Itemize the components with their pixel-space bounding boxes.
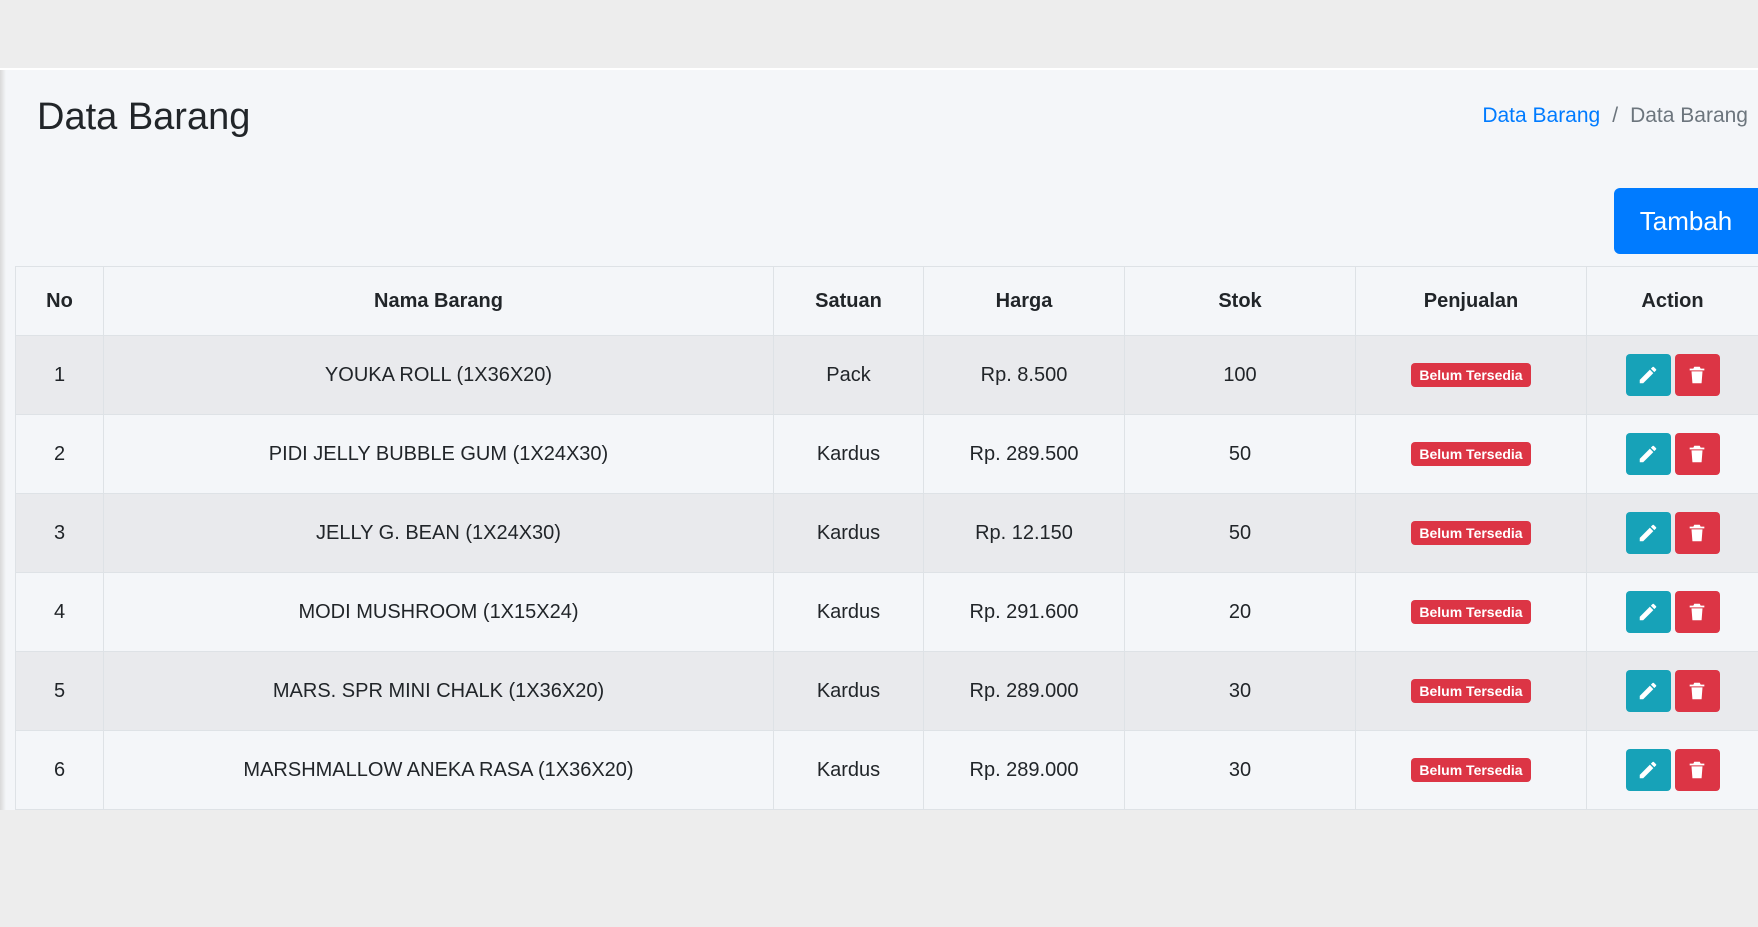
cell-satuan: Kardus [773, 414, 924, 494]
cell-harga: Rp. 289.000 [923, 651, 1125, 731]
table-header-row: No Nama Barang Satuan Harga Stok Penjual… [15, 266, 1758, 336]
edit-button[interactable] [1625, 670, 1671, 712]
cell-penjualan: Belum Tersedia [1355, 414, 1587, 494]
column-header-harga[interactable]: Harga [923, 266, 1125, 336]
delete-button[interactable] [1674, 354, 1720, 396]
status-badge: Belum Tersedia [1411, 521, 1531, 545]
data-table: No Nama Barang Satuan Harga Stok Penjual… [15, 266, 1758, 810]
page-title: Data Barang [37, 96, 251, 138]
pencil-icon [1637, 443, 1659, 465]
cell-penjualan: Belum Tersedia [1355, 651, 1587, 731]
edit-button[interactable] [1625, 749, 1671, 791]
status-badge: Belum Tersedia [1411, 679, 1531, 703]
cell-stok: 30 [1124, 730, 1356, 810]
cell-nama-barang: JELLY G. BEAN (1X24X30) [103, 493, 774, 573]
edit-button[interactable] [1625, 512, 1671, 554]
cell-harga: Rp. 289.500 [923, 414, 1125, 494]
cell-stok: 30 [1124, 651, 1356, 731]
edit-button[interactable] [1625, 433, 1671, 475]
breadcrumb-link[interactable]: Data Barang [1482, 104, 1600, 127]
cell-stok: 50 [1124, 414, 1356, 494]
cell-no: 2 [15, 414, 104, 494]
table-row: 2 PIDI JELLY BUBBLE GUM (1X24X30) Kardus… [15, 414, 1758, 494]
table-row: 4 MODI MUSHROOM (1X15X24) Kardus Rp. 291… [15, 572, 1758, 652]
cell-nama-barang: MODI MUSHROOM (1X15X24) [103, 572, 774, 652]
cell-no: 1 [15, 335, 104, 415]
cell-satuan: Kardus [773, 651, 924, 731]
status-badge: Belum Tersedia [1411, 600, 1531, 624]
cell-penjualan: Belum Tersedia [1355, 730, 1587, 810]
cell-harga: Rp. 12.150 [923, 493, 1125, 573]
delete-button[interactable] [1674, 591, 1720, 633]
table-row: 5 MARS. SPR MINI CHALK (1X36X20) Kardus … [15, 651, 1758, 731]
pencil-icon [1637, 364, 1659, 386]
table-row: 3 JELLY G. BEAN (1X24X30) Kardus Rp. 12.… [15, 493, 1758, 573]
cell-nama-barang: MARSHMALLOW ANEKA RASA (1X36X20) [103, 730, 774, 810]
status-badge: Belum Tersedia [1411, 363, 1531, 387]
cell-satuan: Pack [773, 335, 924, 415]
delete-button[interactable] [1674, 749, 1720, 791]
trash-icon [1686, 759, 1708, 781]
cell-satuan: Kardus [773, 730, 924, 810]
cell-no: 5 [15, 651, 104, 731]
pencil-icon [1637, 601, 1659, 623]
cell-penjualan: Belum Tersedia [1355, 335, 1587, 415]
cell-nama-barang: MARS. SPR MINI CHALK (1X36X20) [103, 651, 774, 731]
column-header-no[interactable]: No [15, 266, 104, 336]
delete-button[interactable] [1674, 670, 1720, 712]
column-header-penjualan[interactable]: Penjualan [1355, 266, 1587, 336]
cell-nama-barang: PIDI JELLY BUBBLE GUM (1X24X30) [103, 414, 774, 494]
content-wrapper: Data Barang Data Barang / Data Barang Tamb… [0, 68, 1758, 810]
cell-harga: Rp. 291.600 [923, 572, 1125, 652]
trash-icon [1686, 601, 1708, 623]
cell-no: 6 [15, 730, 104, 810]
breadcrumb-current: Data Barang [1630, 104, 1748, 127]
cell-action [1586, 335, 1758, 415]
cell-penjualan: Belum Tersedia [1355, 572, 1587, 652]
cell-satuan: Kardus [773, 572, 924, 652]
cell-action [1586, 493, 1758, 573]
cell-no: 3 [15, 493, 104, 573]
cell-no: 4 [15, 572, 104, 652]
delete-button[interactable] [1674, 433, 1720, 475]
pencil-icon [1637, 759, 1659, 781]
table-row: 6 MARSHMALLOW ANEKA RASA (1X36X20) Kardu… [15, 730, 1758, 810]
breadcrumb: Data Barang / Data Barang [1482, 104, 1748, 128]
cell-action [1586, 730, 1758, 810]
pencil-icon [1637, 522, 1659, 544]
sidebar-shadow [0, 70, 6, 810]
cell-satuan: Kardus [773, 493, 924, 573]
cell-action [1586, 414, 1758, 494]
cell-penjualan: Belum Tersedia [1355, 493, 1587, 573]
cell-stok: 50 [1124, 493, 1356, 573]
delete-button[interactable] [1674, 512, 1720, 554]
cell-harga: Rp. 8.500 [923, 335, 1125, 415]
status-badge: Belum Tersedia [1411, 758, 1531, 782]
breadcrumb-separator: / [1612, 104, 1619, 127]
cell-action [1586, 651, 1758, 731]
cell-action [1586, 572, 1758, 652]
cell-harga: Rp. 289.000 [923, 730, 1125, 810]
column-header-satuan[interactable]: Satuan [773, 266, 924, 336]
column-header-nama-barang[interactable]: Nama Barang [103, 266, 774, 336]
table-row: 1 YOUKA ROLL (1X36X20) Pack Rp. 8.500 10… [15, 335, 1758, 415]
pencil-icon [1637, 680, 1659, 702]
trash-icon [1686, 680, 1708, 702]
table-body: 1 YOUKA ROLL (1X36X20) Pack Rp. 8.500 10… [15, 335, 1758, 810]
data-table-container: No Nama Barang Satuan Harga Stok Penjual… [15, 266, 1758, 810]
column-header-action: Action [1586, 266, 1758, 336]
edit-button[interactable] [1625, 591, 1671, 633]
cell-stok: 100 [1124, 335, 1356, 415]
cell-nama-barang: YOUKA ROLL (1X36X20) [103, 335, 774, 415]
edit-button[interactable] [1625, 354, 1671, 396]
column-header-stok[interactable]: Stok [1124, 266, 1356, 336]
trash-icon [1686, 443, 1708, 465]
trash-icon [1686, 522, 1708, 544]
cell-stok: 20 [1124, 572, 1356, 652]
status-badge: Belum Tersedia [1411, 442, 1531, 466]
trash-icon [1686, 364, 1708, 386]
add-button[interactable]: Tambah [1614, 188, 1758, 254]
